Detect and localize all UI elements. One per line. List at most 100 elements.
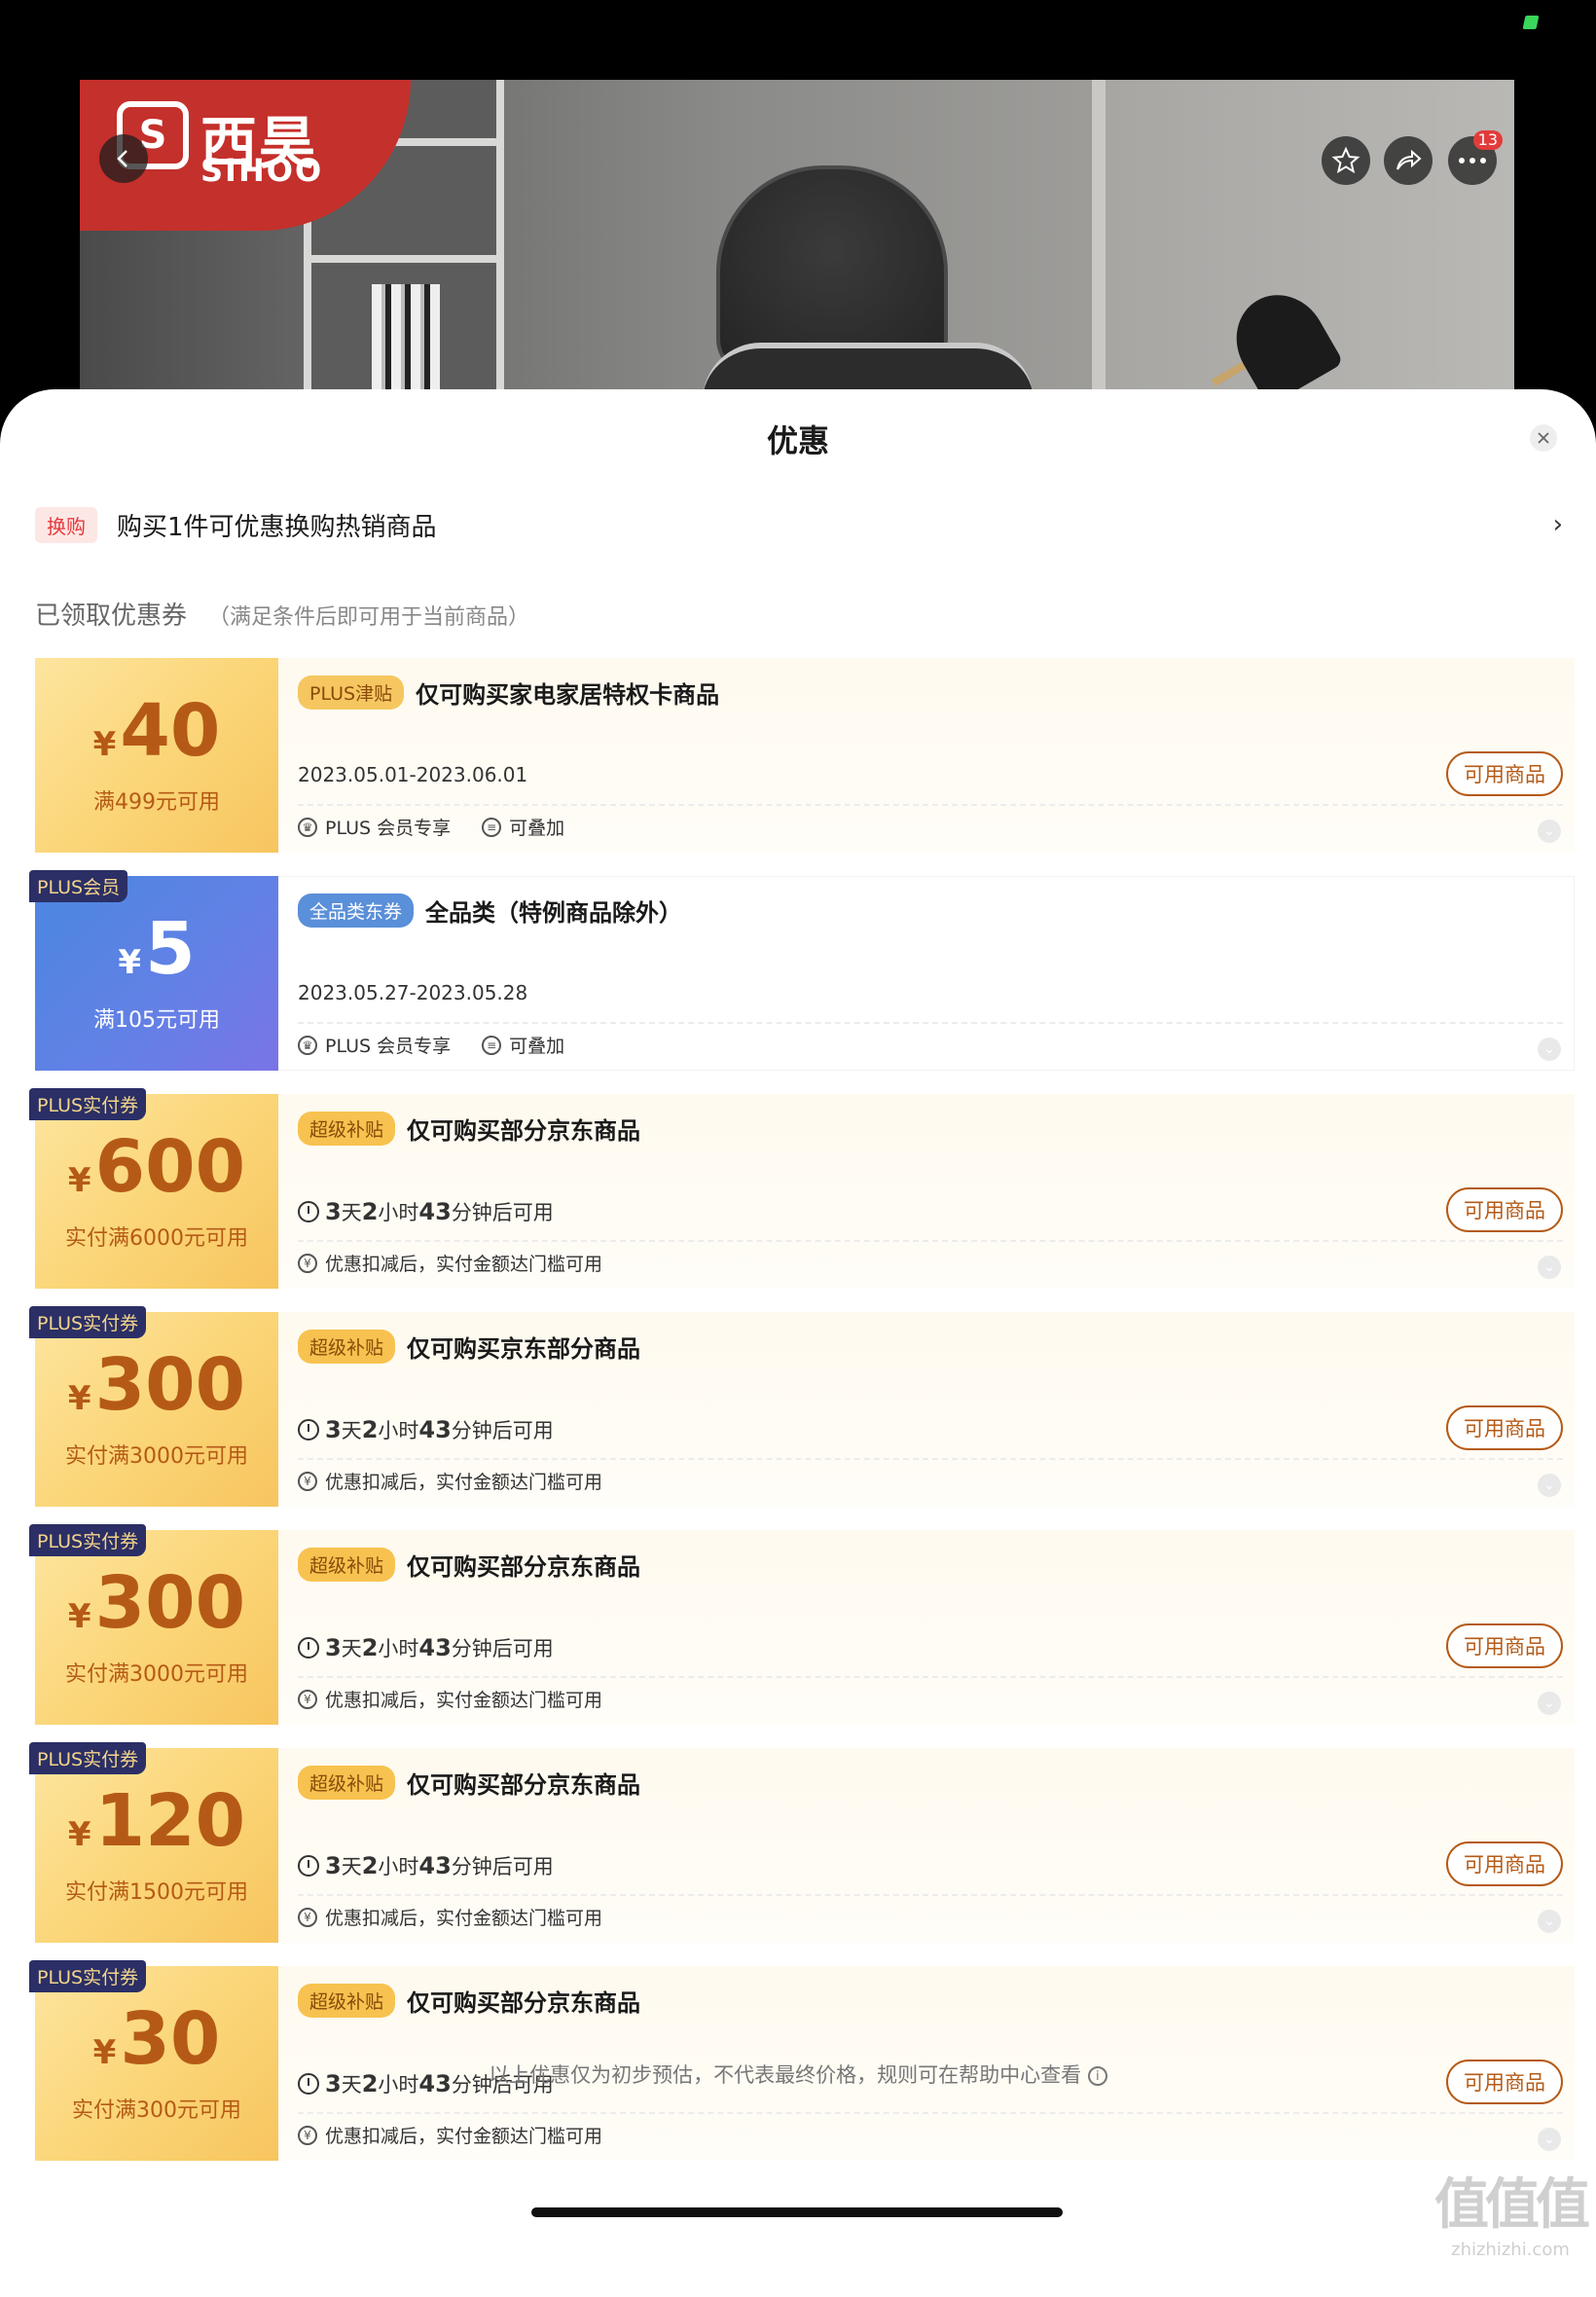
coupon-title: 仅可购买部分京东商品	[407, 1989, 641, 2017]
share-icon	[1396, 149, 1422, 170]
coupon-foot-stack: 可叠加	[509, 1036, 565, 1057]
coupon-tag: PLUS津贴	[298, 675, 405, 710]
clock-icon	[298, 1201, 319, 1222]
coupon-amount: ¥120	[67, 1779, 246, 1863]
coupon-amount: ¥300	[67, 1561, 246, 1645]
disclaimer-text: 以上优惠仅为初步预估，不代表最终价格，规则可在帮助中心查看	[489, 2063, 1082, 2087]
coupon-amount-panel: ¥40 满499元可用	[31, 658, 278, 853]
coupon-condition: 满499元可用	[93, 790, 220, 815]
sheet-title: 优惠	[766, 422, 829, 459]
coupon-amount-panel: PLUS实付券 ¥120 实付满1500元可用	[29, 1742, 278, 1943]
promotion-sheet: 优惠 换购 购买1件可优惠换购热销商品 › 已领取优惠券 （满足条件后即可用于当前…	[0, 389, 1596, 2297]
coupon-card: ¥40 满499元可用 PLUS津贴 仅可购买家电家居特权卡商品 2023.05…	[31, 658, 1575, 853]
coupon-title: 仅可购买部分京东商品	[407, 1117, 641, 1145]
battery-icon	[1522, 16, 1540, 29]
available-products-button[interactable]: 可用商品	[1446, 1187, 1563, 1232]
expand-chevron-icon[interactable]: ⌄	[1538, 1910, 1561, 1933]
coupon-date: 2023.05.27-2023.05.28	[298, 981, 528, 1004]
coupon-title: 仅可购买部分京东商品	[407, 1553, 641, 1581]
notification-badge: 13	[1472, 130, 1503, 150]
back-button[interactable]	[99, 134, 148, 183]
home-indicator[interactable]	[531, 2207, 1063, 2217]
clock-icon	[298, 1855, 319, 1877]
yen-icon: ¥	[298, 1471, 317, 1491]
brand-name-en: SIHOO	[200, 152, 324, 189]
coupon-amount: ¥600	[67, 1125, 246, 1209]
coupon-amount: ¥40	[92, 689, 221, 773]
watermark: 值值值 zhizhizhi.com	[1434, 2173, 1590, 2260]
coupon-amount-panel: PLUS会员 ¥5 满105元可用	[29, 870, 278, 1071]
expand-chevron-icon[interactable]: ⌄	[1538, 1038, 1561, 1061]
close-icon	[1538, 432, 1549, 444]
coupon-date: 2023.05.01-2023.06.01	[298, 763, 528, 786]
yen-icon: ¥	[298, 1689, 317, 1709]
stack-icon: ≡	[482, 1035, 502, 1055]
disclaimer: 以上优惠仅为初步预估，不代表最终价格，规则可在帮助中心查看 i	[0, 2060, 1596, 2089]
favorite-button[interactable]	[1322, 136, 1370, 185]
coupon-amount-panel: PLUS实付券 ¥600 实付满6000元可用	[29, 1088, 278, 1289]
close-button[interactable]	[1530, 424, 1557, 452]
coupon-tag: 超级补贴	[298, 1548, 396, 1582]
coupon-card: PLUS实付券 ¥300 实付满3000元可用 超级补贴 仅可购买部分京东商品 …	[29, 1524, 1575, 1725]
coupon-condition: 实付满1500元可用	[65, 1880, 248, 1905]
coupon-title: 仅可购买家电家居特权卡商品	[416, 681, 720, 709]
expand-chevron-icon[interactable]: ⌄	[1538, 1474, 1561, 1497]
coupon-title: 仅可购买部分京东商品	[407, 1771, 641, 1799]
yen-icon: ¥	[298, 1253, 317, 1273]
available-products-button[interactable]: 可用商品	[1446, 1623, 1563, 1668]
expand-chevron-icon[interactable]: ⌄	[1538, 1256, 1561, 1279]
swap-purchase-row[interactable]: 换购 购买1件可优惠换购热销商品 ›	[35, 502, 1563, 547]
chevron-left-icon	[117, 150, 127, 167]
expand-chevron-icon[interactable]: ⌄	[1538, 820, 1561, 843]
available-products-button[interactable]: 可用商品	[1446, 1405, 1563, 1450]
coupon-tag: 超级补贴	[298, 1984, 396, 2018]
coupon-corner-tag: PLUS实付券	[29, 1524, 147, 1556]
available-products-button[interactable]: 可用商品	[1446, 751, 1563, 796]
coupon-condition: 满105元可用	[93, 1008, 220, 1033]
coupon-title: 全品类（特例商品除外）	[425, 899, 683, 927]
clock-icon	[298, 1419, 319, 1440]
coupon-foot-note: 优惠扣减后，实付金额达门槛可用	[325, 2126, 603, 2147]
coupon-card: PLUS实付券 ¥300 实付满3000元可用 超级补贴 仅可购买京东部分商品 …	[29, 1306, 1575, 1507]
expand-chevron-icon[interactable]: ⌄	[1538, 2128, 1561, 2151]
crown-icon: ♛	[298, 817, 317, 837]
stack-icon: ≡	[482, 817, 502, 837]
coupon-amount-panel: PLUS实付券 ¥300 实付满3000元可用	[29, 1306, 278, 1507]
coupon-card: PLUS实付券 ¥600 实付满6000元可用 超级补贴 仅可购买部分京东商品 …	[29, 1088, 1575, 1289]
coupon-corner-tag: PLUS实付券	[29, 1742, 147, 1774]
coupon-foot-plus: PLUS 会员专享	[325, 818, 452, 839]
available-products-button[interactable]: 可用商品	[1446, 1841, 1563, 1886]
section-title: 已领取优惠券 （满足条件后即可用于当前商品）	[35, 596, 529, 632]
coupon-foot-plus: PLUS 会员专享	[325, 1036, 452, 1057]
chevron-right-icon: ›	[1552, 510, 1563, 539]
coupon-foot-note: 优惠扣减后，实付金额达门槛可用	[325, 1254, 603, 1275]
coupon-tag: 全品类东券	[298, 893, 415, 928]
section-title-text: 已领取优惠券	[35, 602, 188, 631]
coupon-foot-note: 优惠扣减后，实付金额达门槛可用	[325, 1472, 603, 1493]
coupon-foot-note: 优惠扣减后，实付金额达门槛可用	[325, 1908, 603, 1929]
info-icon[interactable]: i	[1087, 2066, 1107, 2086]
more-dots-icon	[1459, 158, 1486, 164]
coupon-card: PLUS实付券 ¥120 实付满1500元可用 超级补贴 仅可购买部分京东商品 …	[29, 1742, 1575, 1943]
more-button[interactable]: 13	[1448, 130, 1503, 185]
coupon-condition: 实付满3000元可用	[65, 1444, 248, 1469]
coupon-foot-note: 优惠扣减后，实付金额达门槛可用	[325, 1690, 603, 1711]
coupon-tag: 超级补贴	[298, 1330, 396, 1364]
yen-icon: ¥	[298, 2125, 317, 2145]
crown-icon: ♛	[298, 1035, 317, 1055]
clock-icon	[298, 1637, 319, 1659]
coupon-amount-panel: PLUS实付券 ¥300 实付满3000元可用	[29, 1524, 278, 1725]
coupon-condition: 实付满3000元可用	[65, 1662, 248, 1687]
coupon-countdown: 3 天 2 小时 43 分钟后可用	[298, 1197, 554, 1226]
coupon-title: 仅可购买京东部分商品	[407, 1335, 641, 1363]
section-subtitle: （满足条件后即可用于当前商品）	[208, 605, 530, 630]
swap-tag: 换购	[35, 506, 97, 543]
swap-text: 购买1件可优惠换购热销商品	[117, 512, 437, 542]
expand-chevron-icon[interactable]: ⌄	[1538, 1692, 1561, 1715]
share-button[interactable]	[1384, 136, 1433, 185]
coupon-countdown: 3 天 2 小时 43 分钟后可用	[298, 1633, 554, 1662]
coupon-corner-tag: PLUS实付券	[29, 1960, 147, 1992]
coupon-tag: 超级补贴	[298, 1766, 396, 1800]
coupon-corner-tag: PLUS会员	[29, 870, 128, 902]
coupon-countdown: 3 天 2 小时 43 分钟后可用	[298, 1851, 554, 1880]
